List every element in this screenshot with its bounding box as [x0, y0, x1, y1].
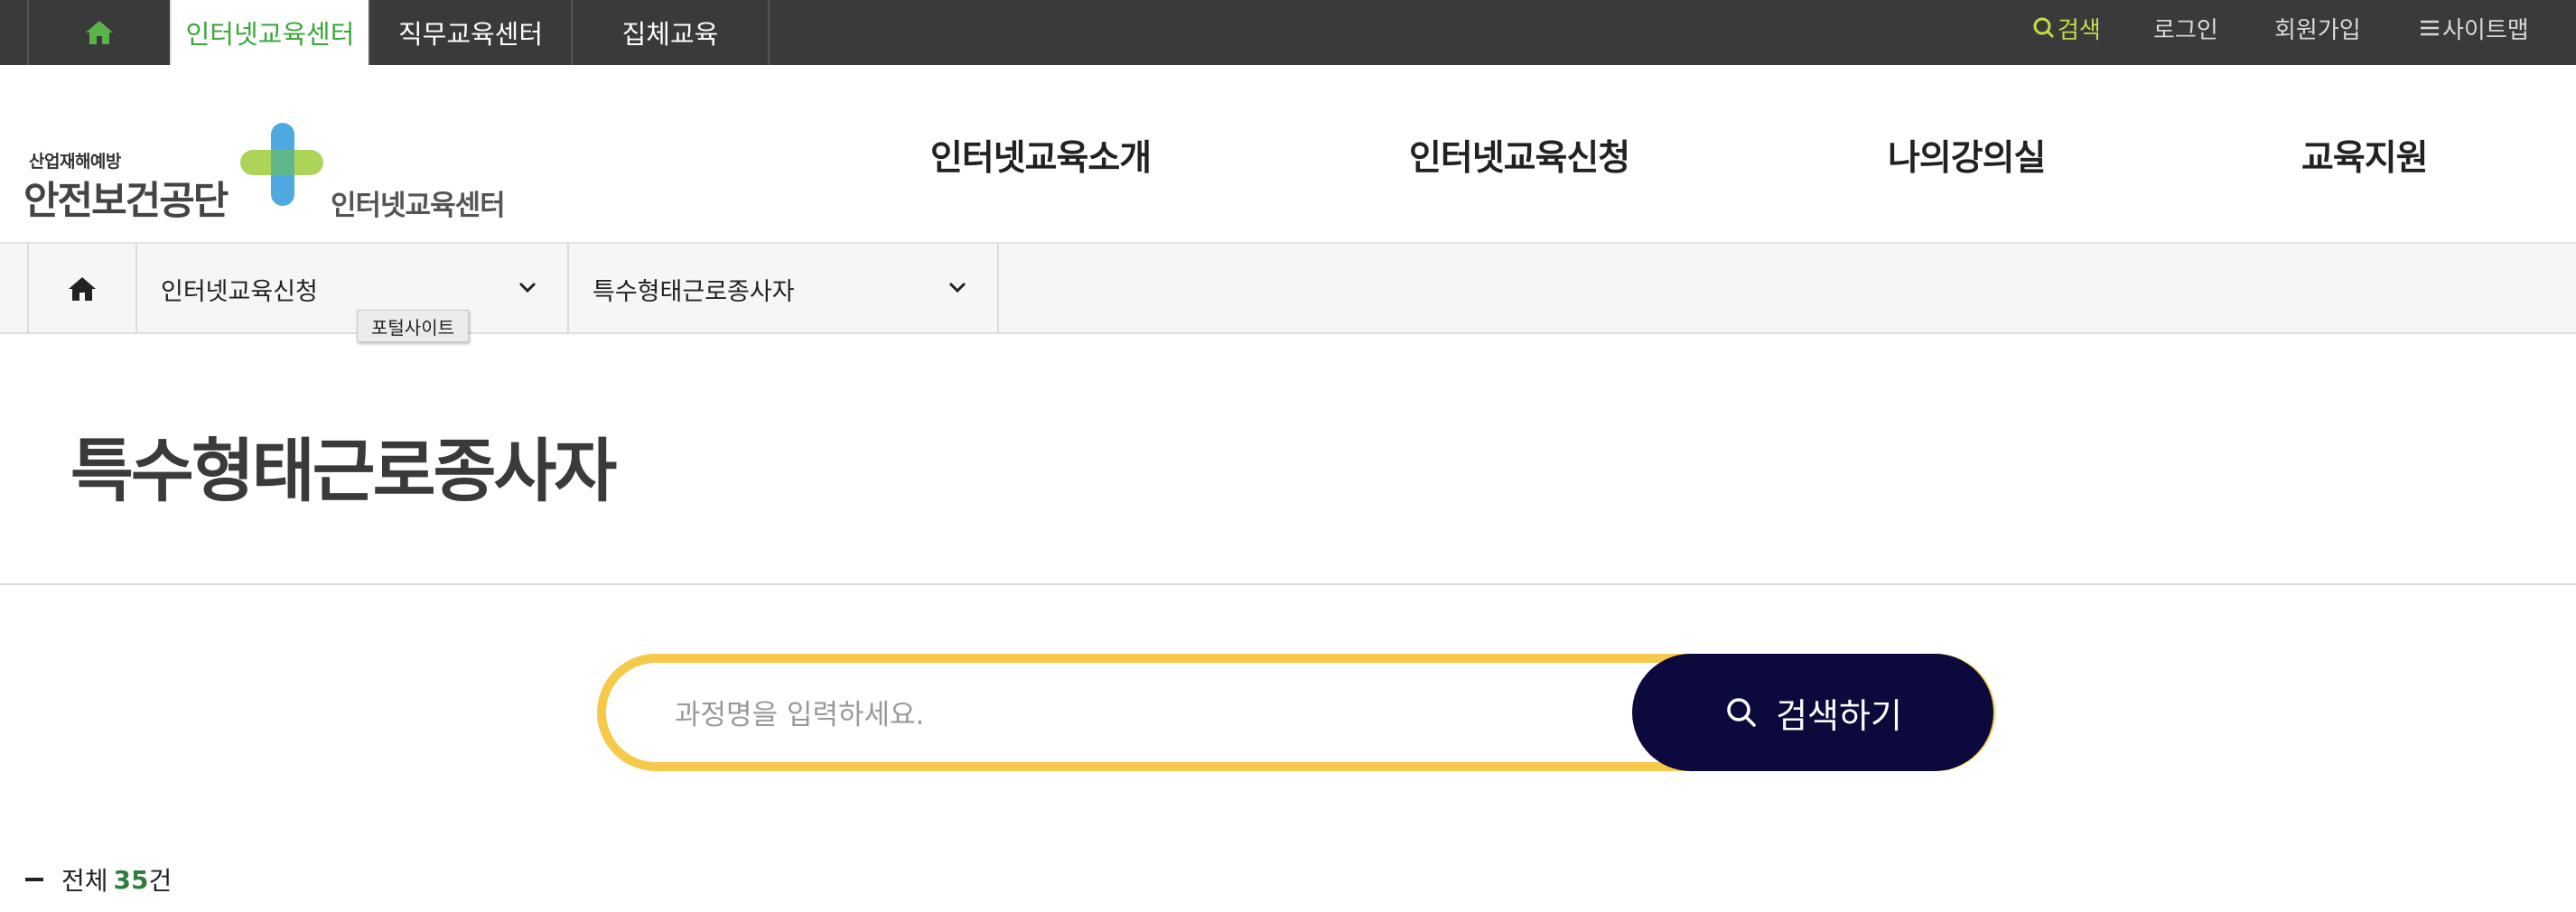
sitemap-label: 사이트맵: [2442, 16, 2529, 44]
gnb-apply[interactable]: 인터넷교육신청: [1409, 130, 1630, 181]
gnb-intro[interactable]: 인터넷교육소개: [930, 130, 1152, 181]
breadcrumb-home[interactable]: [27, 244, 135, 334]
page-title: 특수형태근로종사자: [70, 431, 617, 511]
home-icon: [69, 277, 96, 301]
portal-tooltip: 포털사이트: [357, 310, 469, 342]
login-label: 로그인: [2153, 16, 2218, 44]
top-utility-bar: 인터넷교육센터 직무교육센터 집체교육 검색 로그인 회원가입 사이트맵: [0, 0, 2576, 65]
tab-internet-edu-center[interactable]: 인터넷교육센터: [170, 0, 369, 65]
gnb-support[interactable]: 교육지원: [2301, 130, 2429, 181]
sitemap-link[interactable]: 사이트맵: [2419, 0, 2529, 56]
tab-job-edu-center[interactable]: 직무교육센터: [369, 0, 571, 65]
dash-marker: [25, 878, 43, 881]
menu-icon: [2421, 20, 2439, 36]
total-count: 전체 35 건: [25, 860, 172, 899]
breadcrumb-level2-select[interactable]: 특수형태근로종사자: [567, 244, 999, 334]
total-prefix: 전체: [61, 866, 108, 896]
logo-center-name: 인터넷교육센터: [331, 190, 506, 222]
course-search-input[interactable]: [675, 690, 1578, 740]
search-link-label: 검색: [2058, 16, 2101, 44]
search-icon: [2033, 17, 2055, 39]
total-suffix: 건: [148, 866, 173, 896]
top-search-link[interactable]: 검색: [2032, 0, 2101, 56]
top-home-tab[interactable]: [27, 0, 170, 65]
total-number: 35: [113, 864, 149, 895]
gnb-my-classroom[interactable]: 나의강의실: [1888, 130, 2046, 181]
join-link[interactable]: 회원가입: [2274, 0, 2361, 56]
home-icon: [86, 21, 113, 44]
tab-group-edu[interactable]: 집체교육: [571, 0, 770, 65]
breadcrumb-level1-label: 인터넷교육신청: [161, 277, 318, 306]
search-button-label: 검색하기: [1776, 695, 1902, 736]
chevron-down-icon: [948, 282, 966, 293]
join-label: 회원가입: [2274, 16, 2361, 44]
tab-label: 직무교육센터: [397, 19, 544, 50]
login-link[interactable]: 로그인: [2153, 0, 2218, 56]
logo-subtitle: 산업재해예방: [29, 152, 121, 172]
tab-label: 인터넷교육센터: [185, 19, 355, 50]
search-icon: [1727, 698, 1756, 727]
breadcrumb-level1-select[interactable]: 인터넷교육신청: [135, 244, 567, 334]
tab-label: 집체교육: [621, 19, 719, 50]
site-logo[interactable]: 산업재해예방 안전보건공단 인터넷교육센터: [23, 92, 529, 224]
title-divider: [0, 583, 2576, 585]
site-header: 산업재해예방 안전보건공단 인터넷교육센터 인터넷교육소개 인터넷교육신청 나의…: [0, 65, 2576, 244]
search-button[interactable]: 검색하기: [1632, 654, 1993, 771]
breadcrumb-level2-label: 특수형태근로종사자: [593, 277, 795, 306]
cross-logo-icon: [240, 123, 323, 206]
chevron-down-icon: [518, 282, 537, 293]
logo-title: 안전보건공단: [23, 179, 229, 224]
